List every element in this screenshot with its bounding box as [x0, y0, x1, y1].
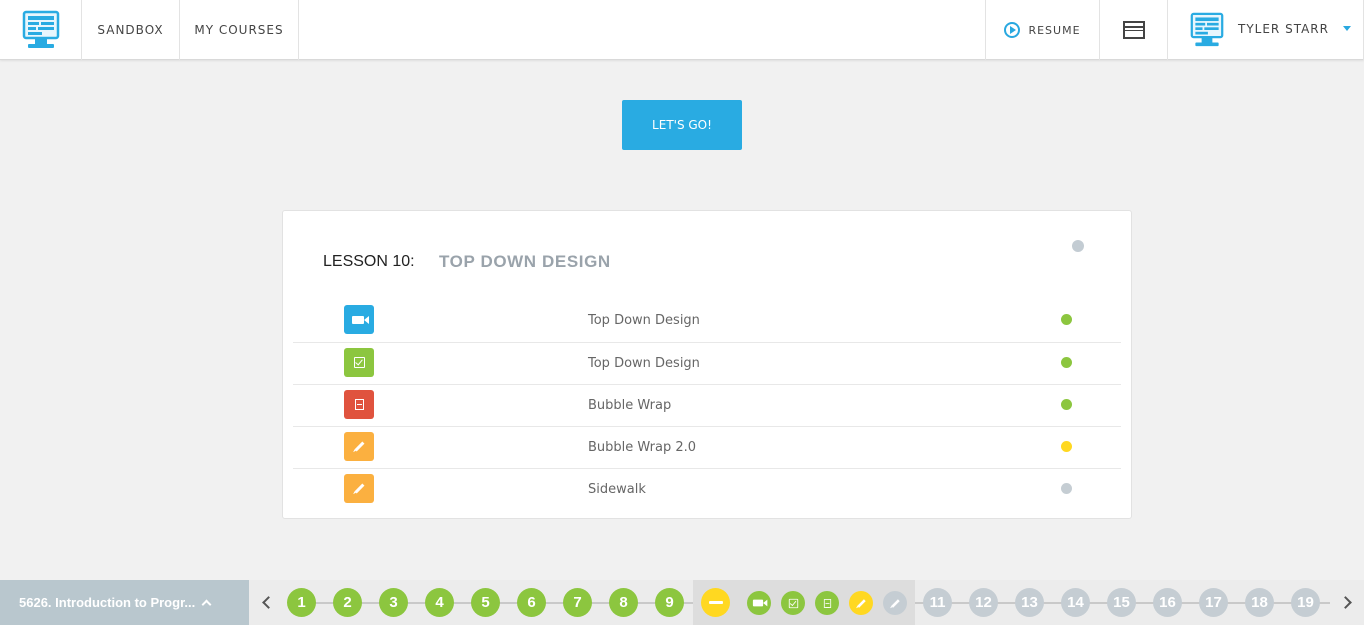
lesson-items-list: Top Down Design Top Down Design Bubble W…: [293, 300, 1121, 510]
lesson-step[interactable]: 17: [1199, 588, 1228, 617]
lesson-step[interactable]: 9: [655, 588, 684, 617]
lesson-item-row[interactable]: Bubble Wrap: [293, 384, 1121, 426]
lesson-card: LESSON 10: TOP DOWN DESIGN Top Down Desi…: [282, 210, 1132, 519]
current-lesson-step[interactable]: [701, 588, 730, 617]
chevron-up-icon: [201, 599, 212, 610]
resume-label: RESUME: [1028, 23, 1081, 37]
lesson-step[interactable]: 6: [517, 588, 546, 617]
lesson-step[interactable]: 14: [1061, 588, 1090, 617]
lesson-step[interactable]: 4: [425, 588, 454, 617]
lesson-step[interactable]: 3: [379, 588, 408, 617]
lesson-step[interactable]: 7: [563, 588, 592, 617]
user-menu[interactable]: TYLER STARR: [1168, 0, 1364, 60]
lesson-step[interactable]: 16: [1153, 588, 1182, 617]
browser-window-icon: [1122, 21, 1145, 39]
nav-my-courses-label: MY COURSES: [194, 23, 284, 37]
home-logo[interactable]: [0, 0, 82, 60]
checkbox-icon: [344, 348, 374, 377]
lesson-item-row[interactable]: Top Down Design: [293, 342, 1121, 384]
pencil-icon: [344, 432, 374, 461]
video-camera-icon: [344, 305, 374, 334]
document-icon[interactable]: [815, 591, 839, 615]
nav-sandbox-label: SANDBOX: [97, 23, 164, 37]
user-name: TYLER STARR: [1238, 21, 1329, 36]
checkbox-icon[interactable]: [781, 591, 805, 615]
lesson-step[interactable]: 11: [923, 588, 952, 617]
course-name: 5626. Introduction to Progr...: [19, 595, 196, 610]
course-selector[interactable]: 5626. Introduction to Progr...: [0, 580, 249, 625]
lesson-step[interactable]: 13: [1015, 588, 1044, 617]
status-dot: [1061, 314, 1072, 325]
toggle-window-button[interactable]: [1100, 0, 1168, 60]
lesson-step[interactable]: 15: [1107, 588, 1136, 617]
pencil-icon: [344, 474, 374, 503]
course-progress-bar: 5626. Introduction to Progr... 1 2 3 4 5…: [0, 580, 1364, 625]
video-camera-icon[interactable]: [747, 591, 771, 615]
document-icon: [344, 390, 374, 419]
lesson-item-row[interactable]: Top Down Design: [293, 300, 1121, 342]
lesson-item-title[interactable]: Top Down Design: [588, 313, 700, 328]
lesson-item-title[interactable]: Bubble Wrap: [588, 398, 671, 413]
lesson-item-title[interactable]: Sidewalk: [588, 482, 646, 497]
lesson-step[interactable]: 2: [333, 588, 362, 617]
lesson-number: LESSON 10:: [323, 253, 415, 270]
computer-monitor-icon: [22, 10, 59, 48]
lesson-step[interactable]: 19: [1291, 588, 1320, 617]
nav-my-courses[interactable]: MY COURSES: [180, 0, 299, 60]
top-navigation-bar: SANDBOX MY COURSES RESUME TYLER STARR: [0, 0, 1364, 60]
lesson-title: TOP DOWN DESIGN: [439, 252, 611, 271]
lesson-step[interactable]: 1: [287, 588, 316, 617]
lesson-item-row[interactable]: Sidewalk: [293, 468, 1121, 510]
pencil-icon[interactable]: [883, 591, 907, 615]
play-circle-icon: [1004, 22, 1021, 38]
lesson-step[interactable]: 8: [609, 588, 638, 617]
lesson-item-title[interactable]: Top Down Design: [588, 356, 700, 371]
chevron-down-icon: [1342, 26, 1351, 31]
pencil-icon[interactable]: [849, 591, 873, 615]
lesson-step[interactable]: 12: [969, 588, 998, 617]
user-avatar-monitor-icon: [1190, 12, 1224, 47]
lesson-step[interactable]: 5: [471, 588, 500, 617]
lesson-item-row[interactable]: Bubble Wrap 2.0: [293, 426, 1121, 468]
lesson-item-title[interactable]: Bubble Wrap 2.0: [588, 440, 696, 455]
status-dot: [1061, 483, 1072, 494]
status-dot: [1061, 399, 1072, 410]
status-dot: [1061, 357, 1072, 368]
status-dot: [1061, 441, 1072, 452]
lesson-status-dot: [1072, 240, 1084, 252]
lets-go-button[interactable]: LET'S GO!: [622, 100, 742, 150]
chevron-left-icon[interactable]: [262, 596, 275, 609]
lesson-step[interactable]: 18: [1245, 588, 1274, 617]
chevron-right-icon[interactable]: [1339, 596, 1352, 609]
nav-sandbox[interactable]: SANDBOX: [82, 0, 180, 60]
resume-button[interactable]: RESUME: [985, 0, 1100, 60]
